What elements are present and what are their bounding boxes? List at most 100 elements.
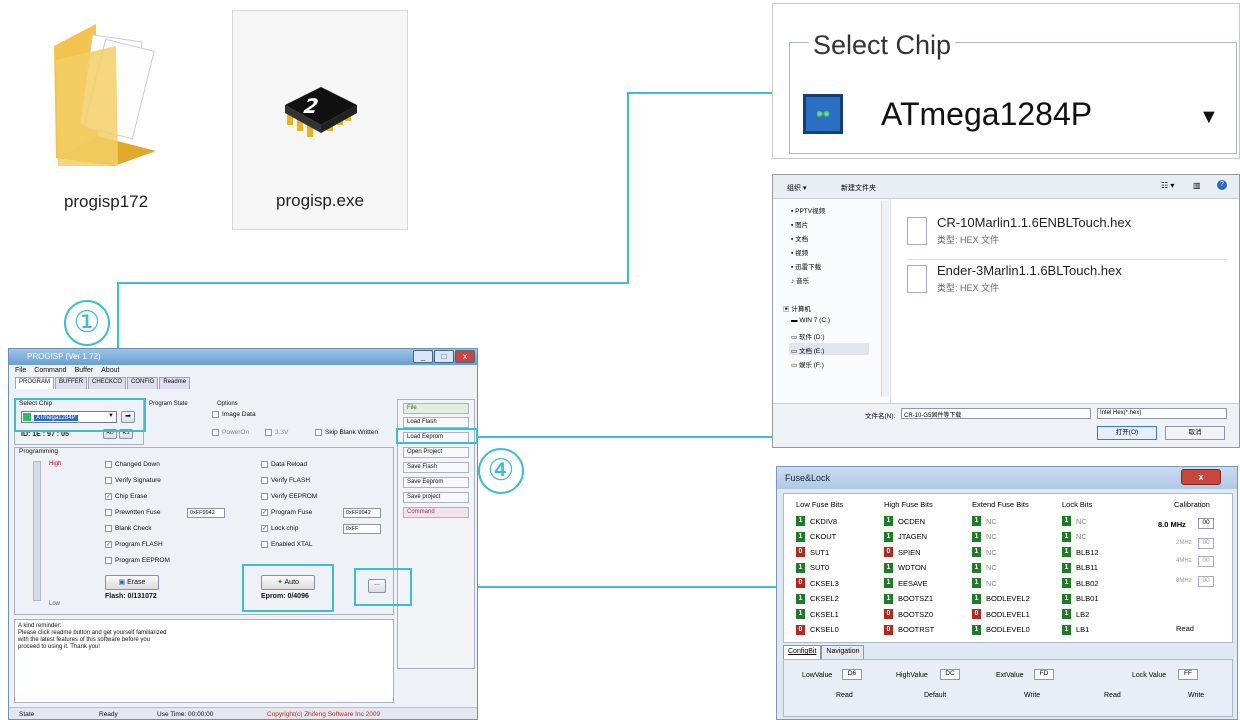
- chip-dropdown[interactable]: ✺✺ ATmega1284P ▼: [797, 84, 1237, 146]
- fuse-bit-low[interactable]: 1 CKSEL1: [796, 609, 839, 619]
- organize-button[interactable]: 组织 ▾: [787, 183, 806, 193]
- 3v3-checkbox[interactable]: 3.3V: [265, 429, 288, 436]
- fuse-bit-lock[interactable]: 1 BLB02: [1062, 578, 1099, 588]
- fuse-bit-low[interactable]: 1 CKDIV8: [796, 516, 837, 526]
- cancel-button[interactable]: 取消: [1165, 426, 1225, 440]
- skip-blank-checkbox[interactable]: Skip Blank Written: [315, 429, 378, 436]
- save-flash-button[interactable]: Save Flash: [403, 462, 469, 473]
- menu-command[interactable]: Command: [34, 367, 66, 375]
- nav-item[interactable]: ▪ 视频: [791, 247, 808, 257]
- fuse-bit-low[interactable]: 0 SUT1: [796, 547, 829, 557]
- exe-desktop-icon[interactable]: 2 progisp.exe: [232, 10, 408, 230]
- nav-item[interactable]: ▪ 文档: [791, 233, 808, 243]
- load-flash-button[interactable]: Load Flash: [403, 417, 469, 428]
- help-icon[interactable]: ?: [1217, 180, 1227, 190]
- prewritten-fuse-checkbox[interactable]: Prewritten Fuse: [105, 509, 161, 516]
- fuse-bit-extend[interactable]: 1 NC: [972, 516, 997, 526]
- enabled-xtal-checkbox[interactable]: Enabled XTAL: [261, 541, 312, 548]
- fuse-bit-high[interactable]: 0 SPIEN: [884, 547, 921, 557]
- fuse-bit-extend[interactable]: 0 BODLEVEL1: [972, 609, 1030, 619]
- cal-value-2[interactable]: 00: [1198, 556, 1214, 567]
- tab-configbit[interactable]: ConfigBit: [783, 645, 822, 659]
- fuse-value-field[interactable]: 0xFF9942: [343, 508, 381, 518]
- fuse-bit-extend[interactable]: 1 NC: [972, 531, 997, 542]
- nav-item[interactable]: ▭ 文档 (E:): [789, 343, 869, 355]
- blank-check-checkbox[interactable]: Blank Check: [105, 525, 152, 532]
- nav-item[interactable]: ▭ 娱乐 (F:): [791, 359, 824, 369]
- cal-read-button[interactable]: Read: [1176, 624, 1194, 633]
- program-eeprom-checkbox[interactable]: Program EEPROM: [105, 557, 170, 564]
- file-item[interactable]: Ender-3Marlin1.1.6BLTouch.hex 类型: HEX 文件: [907, 261, 1237, 301]
- view-icon[interactable]: ☷ ▾: [1161, 181, 1174, 190]
- fuse-bit-lock[interactable]: 1 NC: [1062, 531, 1087, 542]
- menu-buffer[interactable]: Buffer: [75, 367, 94, 375]
- lock-value-field[interactable]: FF: [1178, 669, 1198, 680]
- save-project-button[interactable]: Save project: [403, 492, 469, 503]
- speed-slider[interactable]: [33, 461, 41, 601]
- tab-checkco[interactable]: CHECKCO: [88, 377, 127, 389]
- verify-eeprom-checkbox[interactable]: Verify EEPROM: [261, 493, 317, 500]
- pane-icon[interactable]: ▥: [1193, 181, 1201, 190]
- fuse-bit-extend[interactable]: 1 NC: [972, 562, 997, 573]
- nav-scrollbar[interactable]: [881, 201, 889, 397]
- cal-value-3[interactable]: 00: [1198, 576, 1214, 587]
- tab-navigation[interactable]: Navigation: [821, 645, 865, 659]
- fuse-bit-low[interactable]: 1 SUT0: [796, 562, 829, 573]
- erase-button[interactable]: ▣ Erase: [105, 575, 159, 590]
- fuse-bit-lock[interactable]: 1 BLB12: [1062, 547, 1099, 557]
- fuse-bit-high[interactable]: 1 BOOTSZ1: [884, 593, 933, 604]
- nav-item[interactable]: ♪ 音乐: [791, 275, 809, 285]
- nav-item[interactable]: ▬ WIN 7 (C:): [791, 317, 830, 324]
- fuse-bit-low[interactable]: 0 CKSEL3: [796, 578, 839, 588]
- open-button[interactable]: 打开(O): [1097, 426, 1157, 440]
- filetype-select[interactable]: Intel Hex(*.hex): [1097, 408, 1227, 419]
- nav-item[interactable]: ▪ PPTV视频: [791, 205, 825, 215]
- menu-file[interactable]: File: [15, 367, 26, 375]
- fuse-bit-extend[interactable]: 1 BODLEVEL0: [972, 624, 1030, 635]
- nav-item[interactable]: ▣ 计算机: [783, 303, 811, 313]
- fuse-bit-extend[interactable]: 1 BODLEVEL2: [972, 593, 1030, 604]
- lock-read-button[interactable]: Read: [1104, 692, 1121, 699]
- program-flash-checkbox[interactable]: ✓ Program FLASH: [105, 541, 163, 548]
- fuse-bit-low[interactable]: 1 CKOUT: [796, 531, 836, 542]
- file-item[interactable]: CR-10Marlin1.1.6ENBLTouch.hex 类型: HEX 文件: [907, 213, 1237, 253]
- prewritten-fuse-field[interactable]: 0xFF9942: [187, 508, 225, 518]
- fuse-bit-lock[interactable]: 1 BLB01: [1062, 593, 1099, 604]
- nav-item[interactable]: ▭ 软件 (D:): [791, 331, 825, 341]
- default-button[interactable]: Default: [924, 692, 946, 699]
- fuse-bit-low[interactable]: 0 CKSEL0: [796, 624, 839, 635]
- menu-about[interactable]: About: [101, 367, 119, 375]
- fuse-bit-lock[interactable]: 1 LB2: [1062, 609, 1089, 619]
- close-button[interactable]: x: [1181, 469, 1221, 485]
- program-fuse-checkbox[interactable]: ✓ Program Fuse: [261, 509, 312, 516]
- fuse-bit-extend[interactable]: 1 NC: [972, 578, 997, 588]
- filename-input[interactable]: CR-10-G5固件等下载: [901, 408, 1091, 419]
- tab-program[interactable]: PROGRAM: [15, 377, 55, 389]
- nav-item[interactable]: ▪ 迅雷下载: [791, 261, 821, 271]
- cal-value-1[interactable]: 00: [1198, 538, 1214, 549]
- tab-readme[interactable]: Readme: [159, 377, 191, 389]
- chip-erase-checkbox[interactable]: ✓ Chip Erase: [105, 493, 147, 500]
- save-eeprom-button[interactable]: Save Eeprom: [403, 477, 469, 488]
- read-button[interactable]: Read: [836, 692, 853, 699]
- lock-value-field[interactable]: 0xFF: [343, 524, 381, 534]
- changed-down-checkbox[interactable]: Changed Down: [105, 461, 160, 468]
- fuse-bit-high[interactable]: 1 WDTON: [884, 562, 926, 573]
- fuse-bit-high[interactable]: 1 JTAGEN: [884, 531, 927, 542]
- fuse-bit-lock[interactable]: 1 NC: [1062, 516, 1087, 526]
- lock-write-button[interactable]: Write: [1188, 692, 1204, 699]
- high-value-field[interactable]: DC: [940, 669, 960, 680]
- maximize-button[interactable]: □: [434, 350, 454, 363]
- folder-desktop-icon[interactable]: progisp172: [18, 10, 194, 230]
- open-project-button[interactable]: Open Project: [403, 447, 469, 458]
- low-value-field[interactable]: D6: [842, 669, 862, 680]
- cal-value-0[interactable]: 00: [1198, 518, 1214, 529]
- fuse-bit-extend[interactable]: 1 NC: [972, 547, 997, 557]
- fuse-bit-high[interactable]: 0 BOOTRST: [884, 624, 934, 635]
- fuse-bit-lock[interactable]: 1 BLB11: [1062, 562, 1098, 573]
- close-button[interactable]: x: [455, 350, 475, 363]
- fuse-bit-lock[interactable]: 1 LB1: [1062, 624, 1089, 635]
- data-reload-checkbox[interactable]: Data Reload: [261, 461, 307, 468]
- tab-config[interactable]: CONFIG: [127, 377, 159, 389]
- verify-signature-checkbox[interactable]: Verify Signature: [105, 477, 161, 484]
